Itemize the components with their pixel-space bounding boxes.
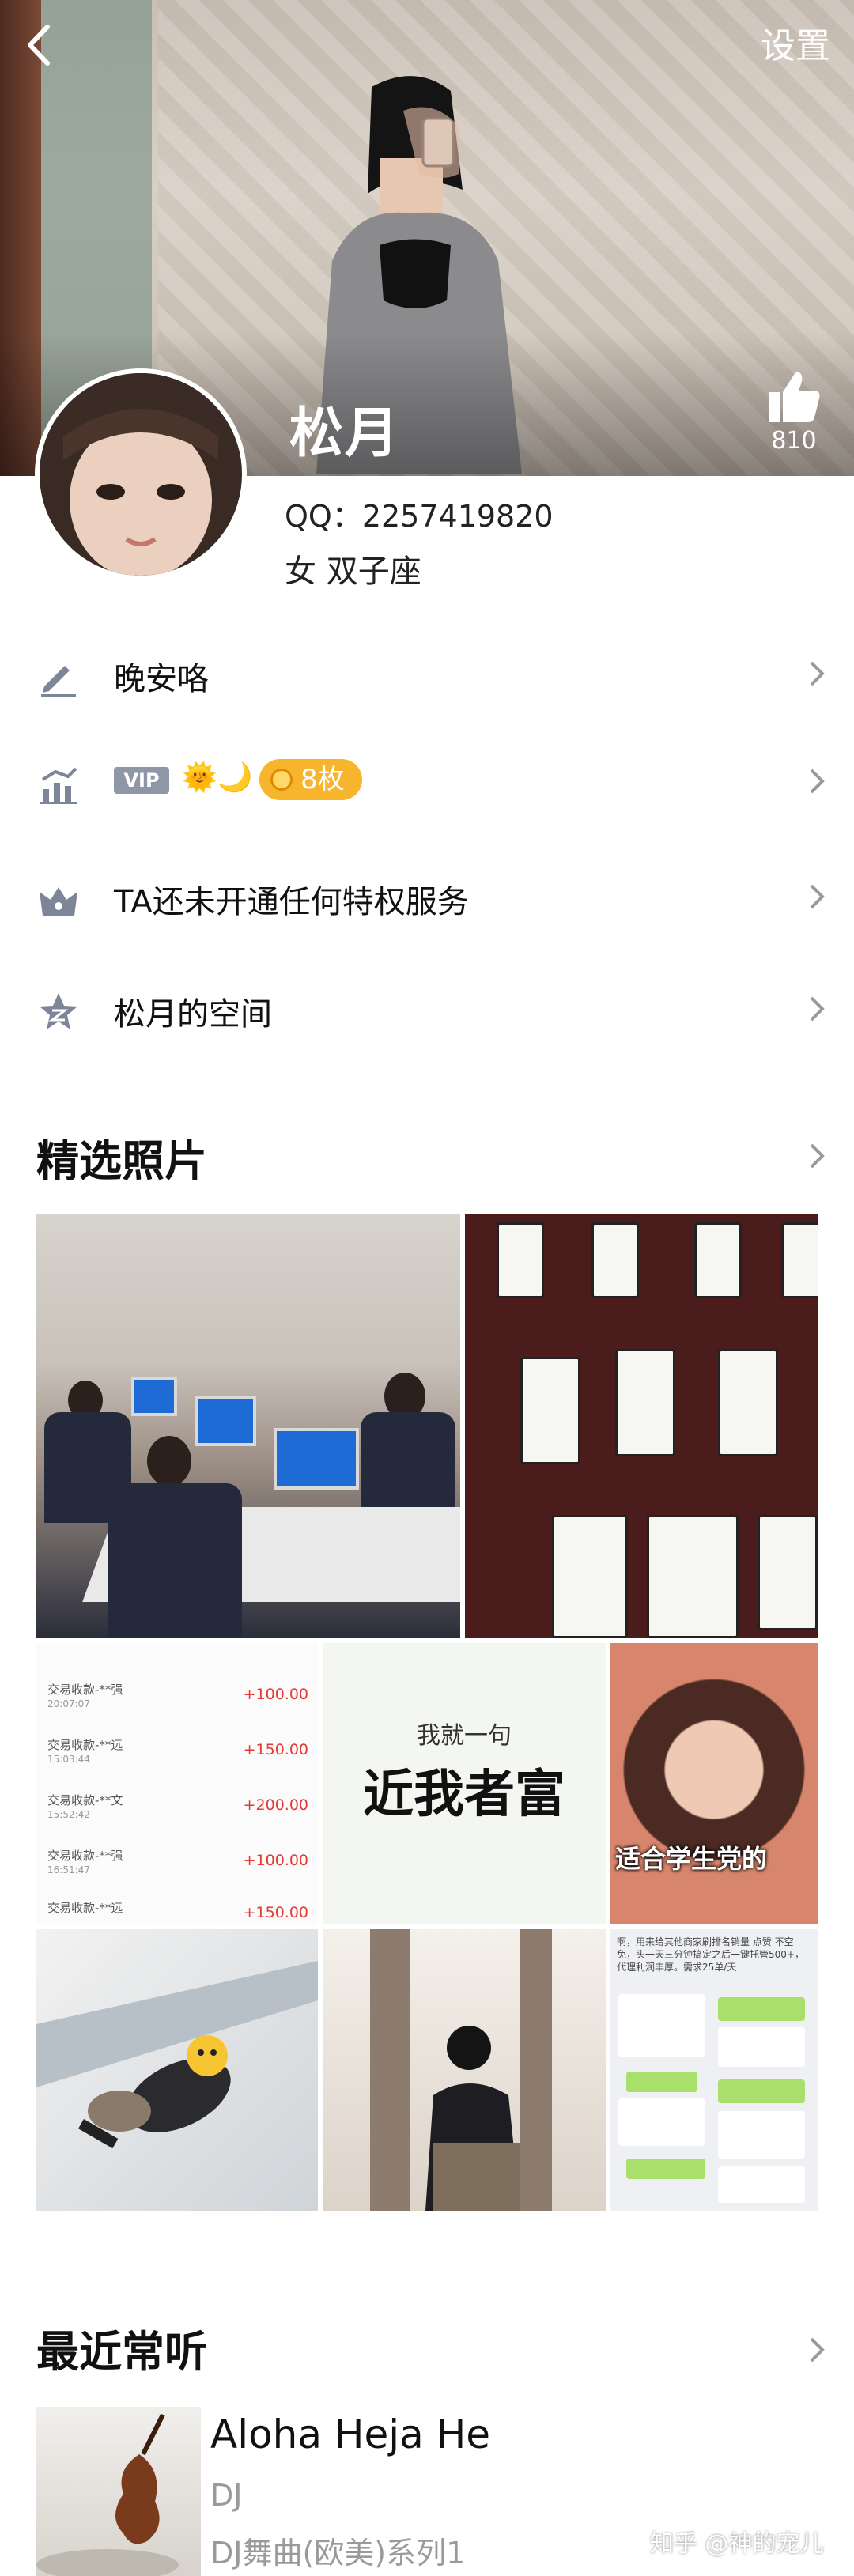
photo-phone	[718, 1349, 778, 1456]
chevron-right-icon	[810, 661, 825, 686]
chat-bubble	[718, 2166, 805, 2203]
transaction-time: 20:07:07	[47, 1698, 90, 1709]
level-chart-icon	[40, 767, 77, 804]
album-cover[interactable]	[36, 2407, 201, 2576]
transaction-amount: +200.00	[243, 1796, 308, 1814]
chat-bubble	[626, 2159, 705, 2179]
photo-monitor	[131, 1377, 177, 1416]
coin-count: 8枚	[300, 764, 345, 795]
photo-office[interactable]	[36, 1214, 460, 1638]
chevron-right-icon[interactable]	[800, 2332, 832, 2367]
transaction-row: 交易收款-**强 16:51:47 +100.00	[47, 1847, 308, 1899]
transaction-amount: +150.00	[243, 1741, 308, 1758]
chevron-left-icon[interactable]	[14, 17, 70, 73]
photo-meme-text[interactable]: 我就一句 近我者富	[323, 1643, 606, 1924]
photo-phone	[552, 1515, 628, 1638]
avatar[interactable]	[35, 368, 247, 580]
photo-phone	[694, 1222, 742, 1298]
space-text: 松月的空间	[114, 996, 272, 1033]
transaction-amount: +150.00	[243, 1904, 308, 1921]
chat-bubble	[718, 1997, 805, 2021]
crown-icon	[40, 887, 77, 916]
gender-zodiac: 女 双子座	[285, 553, 421, 590]
signature-text: 晚安咯	[114, 661, 209, 697]
chat-ad-text: 啊，用来给其他商家刷排名销量 点赞 不空免，头一天三分钟搞定之后一键托管500+…	[617, 1936, 804, 1973]
chat-bubble	[618, 1994, 705, 2057]
signature-row[interactable]: 晚安咯	[0, 629, 854, 716]
edit-pen-icon	[41, 666, 76, 697]
chevron-right-icon	[810, 884, 825, 909]
photo-phone	[591, 1222, 639, 1298]
photo-phone-wall[interactable]	[465, 1214, 818, 1638]
transaction-amount: +100.00	[243, 1686, 308, 1703]
song-title[interactable]: Aloha Heja He	[210, 2412, 490, 2457]
privilege-row[interactable]: TA还未开通任何特权服务	[0, 852, 854, 939]
space-row[interactable]: 松月的空间	[0, 965, 854, 1052]
chevron-right-icon[interactable]	[800, 1139, 832, 1173]
level-row[interactable]: VIP 🌞🌙 8枚	[0, 737, 854, 824]
chat-bubble	[618, 2098, 705, 2146]
transaction-amount: +100.00	[243, 1852, 308, 1869]
coin-icon	[270, 769, 293, 791]
transaction-time: 16:51:47	[47, 1864, 90, 1875]
photo-selfie-drawing	[36, 1961, 318, 2149]
transaction-row: 交易收款-**强 20:07:07 +100.00	[47, 1681, 308, 1733]
transaction-name: 交易收款-**远	[47, 1738, 123, 1752]
photo-mirror-selfie-1[interactable]	[36, 1929, 318, 2211]
transaction-row: 交易收款-**远 15:03:44 +150.00	[47, 1736, 308, 1788]
transaction-time: 15:52:42	[47, 1809, 90, 1820]
star-space-icon	[40, 993, 77, 1029]
meme-small-text: 我就一句	[417, 1722, 512, 1750]
student-caption: 适合学生党的	[615, 1844, 768, 1874]
chat-bubble	[718, 2111, 805, 2159]
photo-person	[147, 1436, 191, 1486]
zhihu-watermark: 知乎 @神的宠儿	[650, 2530, 824, 2558]
photo-phone	[781, 1222, 818, 1298]
chat-bubble	[718, 2079, 805, 2103]
profile-username: 松月	[289, 402, 401, 465]
chevron-right-icon	[810, 769, 825, 794]
photo-phone	[615, 1349, 675, 1456]
transaction-time: 15:03:44	[47, 1754, 90, 1765]
chat-bubble	[626, 2072, 697, 2092]
transaction-name: 交易收款-**强	[47, 1849, 123, 1863]
song-artist: DJ	[210, 2478, 243, 2513]
photo-phone	[497, 1222, 544, 1298]
photo-person	[44, 1412, 131, 1523]
transaction-name: 交易收款-**文	[47, 1793, 123, 1807]
transaction-row: 交易收款-**文 15:52:42 +200.00	[47, 1792, 308, 1844]
photo-transactions[interactable]: 交易收款-**强 20:07:07 +100.00 交易收款-**远 15:03…	[36, 1643, 318, 1924]
song-album: DJ舞曲(欧美)系列1	[210, 2536, 466, 2570]
photo-selfie-drawing	[370, 1929, 552, 2211]
music-section-title[interactable]: 最近常听	[36, 2317, 207, 2379]
transaction-row: 交易收款-**远 +150.00	[47, 1899, 308, 1924]
transaction-name: 交易收款-**远	[47, 1901, 123, 1915]
photo-monitor	[274, 1428, 359, 1490]
vip-badge: VIP	[114, 767, 169, 794]
photo-student-meme[interactable]: 适合学生党的	[610, 1643, 818, 1924]
photo-phone	[520, 1357, 580, 1464]
photo-person	[361, 1412, 455, 1507]
photo-phone	[647, 1515, 739, 1638]
privilege-text: TA还未开通任何特权服务	[114, 884, 469, 920]
chevron-right-icon	[810, 996, 825, 1022]
photo-chat-screenshots[interactable]: 啊，用来给其他商家刷排名销量 点赞 不空免，头一天三分钟搞定之后一键托管500+…	[610, 1929, 818, 2211]
photo-mirror-selfie-2[interactable]	[323, 1929, 606, 2211]
qq-number: QQ：2257419820	[285, 499, 554, 534]
meme-big-text: 近我者富	[363, 1766, 565, 1824]
like-count: 810	[771, 427, 817, 455]
level-sun-moon-icon: 🌞🌙	[182, 761, 253, 794]
thumbs-up-icon[interactable]	[765, 368, 822, 424]
transaction-name: 交易收款-**强	[47, 1683, 123, 1697]
settings-button[interactable]: 设置	[761, 17, 830, 68]
photo-phone	[758, 1515, 818, 1630]
violin-drawing	[36, 2413, 179, 2576]
photos-section-title[interactable]: 精选照片	[36, 1126, 207, 1188]
chat-bubble	[718, 2027, 805, 2067]
coin-badge: 8枚	[259, 759, 362, 800]
photo-monitor	[195, 1396, 256, 1446]
